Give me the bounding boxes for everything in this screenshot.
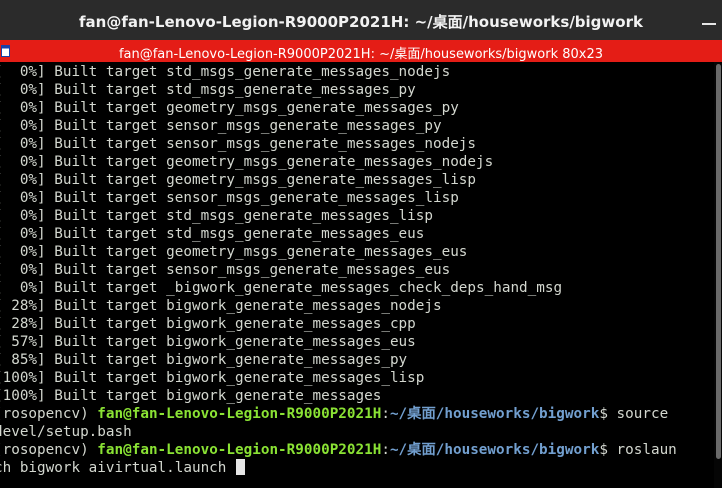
working-directory: ~/桌面/houseworks/bigwork xyxy=(389,442,600,458)
build-line: [ 0%] Built target geometry_msgs_generat… xyxy=(0,154,494,170)
command-text: devel/setup.bash xyxy=(0,424,132,440)
prompt-line: (rosopencv) fan@fan-Lenovo-Legion-R9000P… xyxy=(0,405,677,423)
working-directory: ~/桌面/houseworks/bigwork xyxy=(389,406,600,422)
command-text: roslaun xyxy=(616,442,677,458)
prompt-symbol: $ xyxy=(599,406,617,422)
scrollbar-thumb[interactable] xyxy=(716,64,721,459)
build-line: [100%] Built target bigwork_generate_mes… xyxy=(0,370,425,386)
tab-bar[interactable]: fan@fan-Lenovo-Legion-R9000P2021H: ~/桌面/… xyxy=(0,40,722,62)
tab-label: fan@fan-Lenovo-Legion-R9000P2021H: ~/桌面/… xyxy=(118,47,604,62)
build-line: [ 0%] Built target geometry_msgs_generat… xyxy=(0,172,477,188)
conda-env: (rosopencv) xyxy=(0,406,98,422)
build-line: [ 0%] Built target sensor_msgs_generate_… xyxy=(0,262,451,278)
title-bar[interactable]: fan@fan-Lenovo-Legion-R9000P2021H: ~/桌面/… xyxy=(0,0,722,41)
prompt-separator: : xyxy=(381,442,390,458)
prompt-separator: : xyxy=(381,406,390,422)
window-title: fan@fan-Lenovo-Legion-R9000P2021H: ~/桌面/… xyxy=(79,13,643,31)
command-text: ch bigwork aivirtual.launch xyxy=(0,460,236,476)
minimize-icon xyxy=(702,23,716,25)
terminal-window: fan@fan-Lenovo-Legion-R9000P2021H: ~/桌面/… xyxy=(0,0,722,488)
command-input-line[interactable]: ch bigwork aivirtual.launch xyxy=(0,459,677,477)
build-line: [ 85%] Built target bigwork_generate_mes… xyxy=(0,352,408,368)
command-continuation: devel/setup.bash xyxy=(0,423,677,441)
scrollbar[interactable] xyxy=(714,62,722,488)
terminal-output[interactable]: [ 0%] Built target std_msgs_generate_mes… xyxy=(0,62,714,488)
build-line: [ 28%] Built target bigwork_generate_mes… xyxy=(0,298,442,314)
build-line: [ 0%] Built target std_msgs_generate_mes… xyxy=(0,226,425,242)
build-line: [ 0%] Built target std_msgs_generate_mes… xyxy=(0,82,416,98)
text-cursor xyxy=(236,459,246,475)
build-line: [100%] Built target bigwork_generate_mes… xyxy=(0,388,382,404)
build-line: [ 0%] Built target geometry_msgs_generat… xyxy=(0,244,468,260)
prompt-symbol: $ xyxy=(599,442,617,458)
build-line: [ 0%] Built target geometry_msgs_generat… xyxy=(0,100,459,116)
build-line: [ 57%] Built target bigwork_generate_mes… xyxy=(0,334,416,350)
build-line: [ 0%] Built target sensor_msgs_generate_… xyxy=(0,136,477,152)
user-host: fan@fan-Lenovo-Legion-R9000P2021H xyxy=(97,442,382,458)
build-line: [ 0%] Built target sensor_msgs_generate_… xyxy=(0,190,459,206)
build-line: [ 0%] Built target sensor_msgs_generate_… xyxy=(0,118,442,134)
command-text: source xyxy=(616,406,669,422)
build-line: [ 0%] Built target std_msgs_generate_mes… xyxy=(0,64,451,80)
minimize-button[interactable] xyxy=(698,10,722,30)
conda-env: (rosopencv) xyxy=(0,442,98,458)
prompt-line: (rosopencv) fan@fan-Lenovo-Legion-R9000P… xyxy=(0,441,677,459)
user-host: fan@fan-Lenovo-Legion-R9000P2021H xyxy=(97,406,382,422)
build-line: [ 0%] Built target _bigwork_generate_mes… xyxy=(0,280,563,296)
build-line: [ 28%] Built target bigwork_generate_mes… xyxy=(0,316,416,332)
build-line: [ 0%] Built target std_msgs_generate_mes… xyxy=(0,208,433,224)
